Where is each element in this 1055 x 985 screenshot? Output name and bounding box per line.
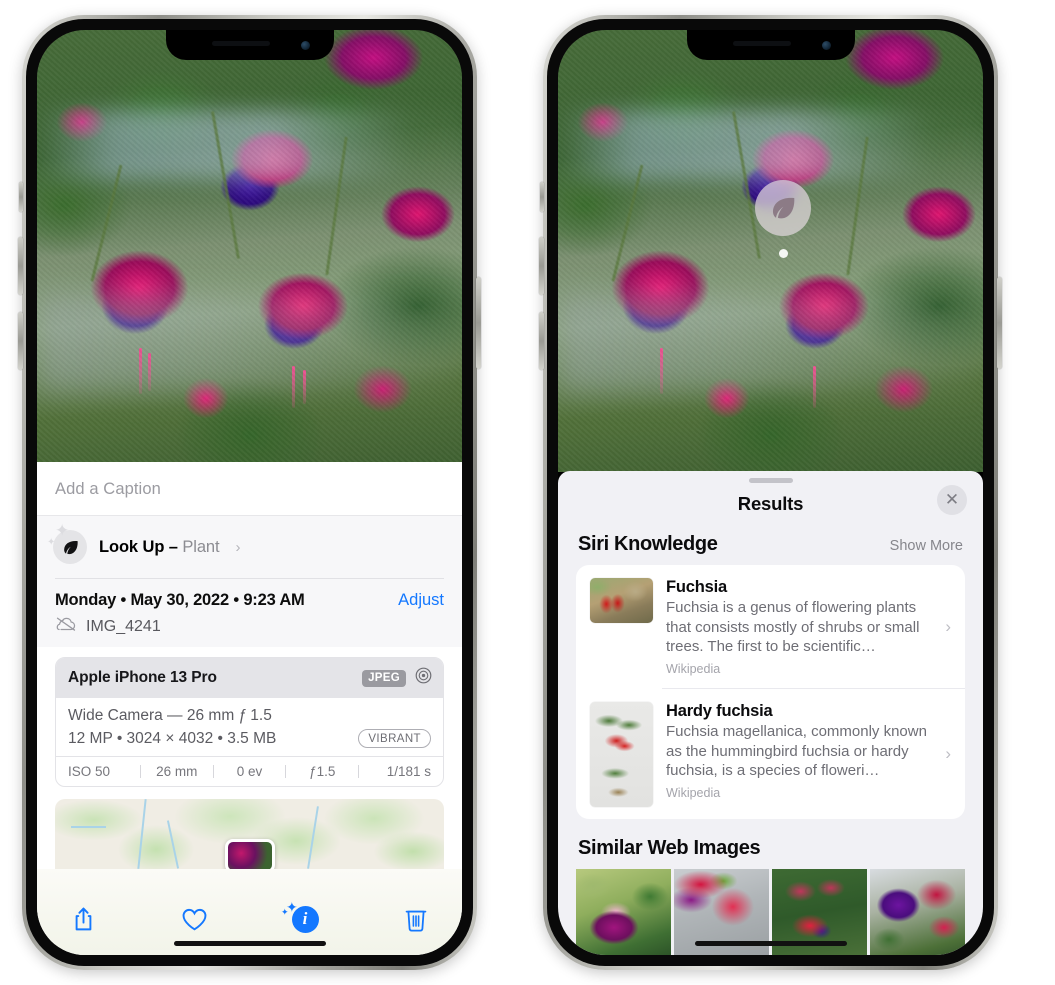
- map-river: [136, 799, 147, 869]
- exif-aperture: ƒ1.5: [309, 764, 336, 779]
- volume-up-button[interactable]: [539, 237, 544, 295]
- look-up-anchor-dot: [778, 249, 788, 258]
- notch: [165, 30, 334, 60]
- result-thumbnail: [590, 578, 653, 624]
- show-more-button[interactable]: Show More: [890, 538, 963, 554]
- map-river: [306, 806, 319, 869]
- look-up-label: Look Up – Plant: [99, 537, 220, 556]
- silent-switch[interactable]: [19, 182, 23, 212]
- result-snippet: Fuchsia is a genus of flowering plants t…: [666, 599, 920, 656]
- web-image-thumbnail[interactable]: [870, 869, 965, 955]
- chevron-right-icon: ›: [235, 538, 241, 556]
- photo-metadata-section: Monday • May 30, 2022 • 9:23 AM Adjust I…: [37, 578, 462, 647]
- share-button[interactable]: [63, 899, 103, 939]
- earpiece-speaker: [211, 41, 270, 46]
- exif-row: ISO 50 26 mm 0 ev ƒ1.5 1/181 s: [56, 756, 443, 786]
- sparkle-icon: ✦: [47, 537, 56, 548]
- exif-exposure-bias: 0 ev: [236, 764, 263, 779]
- siri-knowledge-header: Siri Knowledge Show More: [558, 529, 983, 565]
- list-item[interactable]: Fuchsia Fuchsia is a genus of flowering …: [576, 565, 965, 688]
- camera-lens-line: Wide Camera — 26 mm ƒ 1.5: [68, 707, 272, 724]
- screenshot-canvas: Add a Caption ✦ ✦ Look Up – Plant › Mond…: [0, 0, 1055, 985]
- exif-focal-length: 26 mm: [156, 764, 198, 779]
- front-camera-icon: [300, 41, 310, 50]
- exif-shutter-speed: 1/181 s: [386, 764, 431, 779]
- chevron-right-icon: ›: [945, 744, 951, 763]
- similar-web-images-header: Similar Web Images: [558, 819, 983, 869]
- result-text: Fuchsia Fuchsia is a genus of flowering …: [666, 578, 951, 676]
- siri-knowledge-card: Fuchsia Fuchsia is a genus of flowering …: [576, 565, 965, 819]
- front-camera-icon: [821, 41, 831, 50]
- camera-card-body: Wide Camera — 26 mm ƒ 1.5 12 MP • 3024 ×…: [56, 698, 443, 756]
- result-title: Fuchsia: [666, 578, 727, 597]
- photo-viewer[interactable]: [37, 30, 462, 472]
- power-button[interactable]: [476, 277, 481, 369]
- web-image-thumbnail[interactable]: [576, 869, 671, 955]
- result-text: Hardy fuchsia Fuchsia magellanica, commo…: [666, 702, 951, 800]
- results-header: Results ✕: [558, 483, 983, 529]
- delete-button[interactable]: [396, 899, 436, 939]
- date-row: Monday • May 30, 2022 • 9:23 AM Adjust: [55, 591, 444, 610]
- camera-card-header: Apple iPhone 13 Pro JPEG: [56, 658, 443, 698]
- photo-pin[interactable]: [224, 839, 275, 869]
- phone-left-screen: Add a Caption ✦ ✦ Look Up – Plant › Mond…: [37, 30, 462, 955]
- info-button[interactable]: ✦ ✦ i: [281, 899, 325, 939]
- page-title: Results: [737, 493, 804, 515]
- phone-right: Results ✕ Siri Knowledge Show More Fuchs…: [539, 15, 1002, 970]
- map-river: [166, 820, 179, 869]
- list-item[interactable]: Hardy fuchsia Fuchsia magellanica, commo…: [576, 689, 965, 819]
- result-thumbnail: [590, 702, 653, 807]
- location-map-preview[interactable]: [55, 799, 444, 869]
- photo-filename: IMG_4241: [86, 617, 161, 635]
- exif-iso: ISO 50: [68, 764, 111, 779]
- home-indicator[interactable]: [173, 941, 326, 946]
- photo-viewer[interactable]: [558, 30, 983, 472]
- filename-row: IMG_4241: [55, 616, 444, 637]
- favorite-button[interactable]: [174, 899, 214, 939]
- photo-info-sheet: Add a Caption ✦ ✦ Look Up – Plant › Mond…: [37, 462, 462, 955]
- close-icon[interactable]: ✕: [937, 485, 967, 516]
- section-title: Siri Knowledge: [578, 533, 718, 556]
- map-river: [70, 825, 106, 828]
- result-source: Wikipedia: [666, 785, 721, 800]
- camera-device-name: Apple iPhone 13 Pro: [68, 669, 217, 686]
- silent-switch[interactable]: [540, 182, 544, 212]
- look-up-row[interactable]: ✦ ✦ Look Up – Plant ›: [37, 516, 462, 578]
- camera-detail-row: 12 MP • 3024 × 4032 • 3.5 MB VIBRANT: [68, 729, 431, 748]
- earpiece-speaker: [732, 41, 791, 46]
- chevron-right-icon: ›: [945, 616, 951, 636]
- camera-card-badges: JPEG: [362, 666, 433, 690]
- volume-down-button[interactable]: [18, 312, 23, 370]
- result-snippet: Fuchsia magellanica, commonly known as t…: [666, 723, 927, 780]
- notch: [686, 30, 855, 60]
- icloud-slash-icon: [55, 616, 77, 637]
- look-up-badge[interactable]: [755, 180, 811, 258]
- home-indicator[interactable]: [694, 941, 847, 946]
- phone-left: Add a Caption ✦ ✦ Look Up – Plant › Mond…: [18, 15, 481, 970]
- sparkle-icon: ✦: [55, 521, 70, 540]
- volume-down-button[interactable]: [539, 312, 544, 370]
- camera-detail-line: 12 MP • 3024 × 4032 • 3.5 MB: [68, 729, 277, 747]
- adjust-button[interactable]: Adjust: [398, 591, 444, 610]
- leaf-icon: [755, 180, 811, 236]
- section-title: Similar Web Images: [578, 837, 761, 859]
- phone-right-screen: Results ✕ Siri Knowledge Show More Fuchs…: [558, 30, 983, 955]
- power-button[interactable]: [997, 277, 1002, 369]
- volume-up-button[interactable]: [18, 237, 23, 295]
- phone-left-bezel: Add a Caption ✦ ✦ Look Up – Plant › Mond…: [26, 19, 473, 966]
- photo-texture: [37, 30, 462, 472]
- photographic-style-badge: VIBRANT: [358, 729, 431, 748]
- caption-input[interactable]: Add a Caption: [55, 480, 444, 499]
- result-title: Hardy fuchsia: [666, 702, 773, 720]
- aperture-icon: [414, 666, 433, 690]
- format-badge: JPEG: [362, 669, 406, 687]
- divider: [55, 578, 444, 579]
- sparkle-icon: ✦: [281, 907, 289, 917]
- caption-row[interactable]: Add a Caption: [37, 462, 462, 516]
- camera-info-card[interactable]: Apple iPhone 13 Pro JPEG Wide Camera — 2…: [55, 657, 444, 787]
- results-sheet: Results ✕ Siri Knowledge Show More Fuchs…: [558, 471, 983, 955]
- result-source: Wikipedia: [666, 662, 721, 676]
- phone-right-bezel: Results ✕ Siri Knowledge Show More Fuchs…: [547, 19, 994, 966]
- photo-date: Monday • May 30, 2022 • 9:23 AM: [55, 591, 305, 609]
